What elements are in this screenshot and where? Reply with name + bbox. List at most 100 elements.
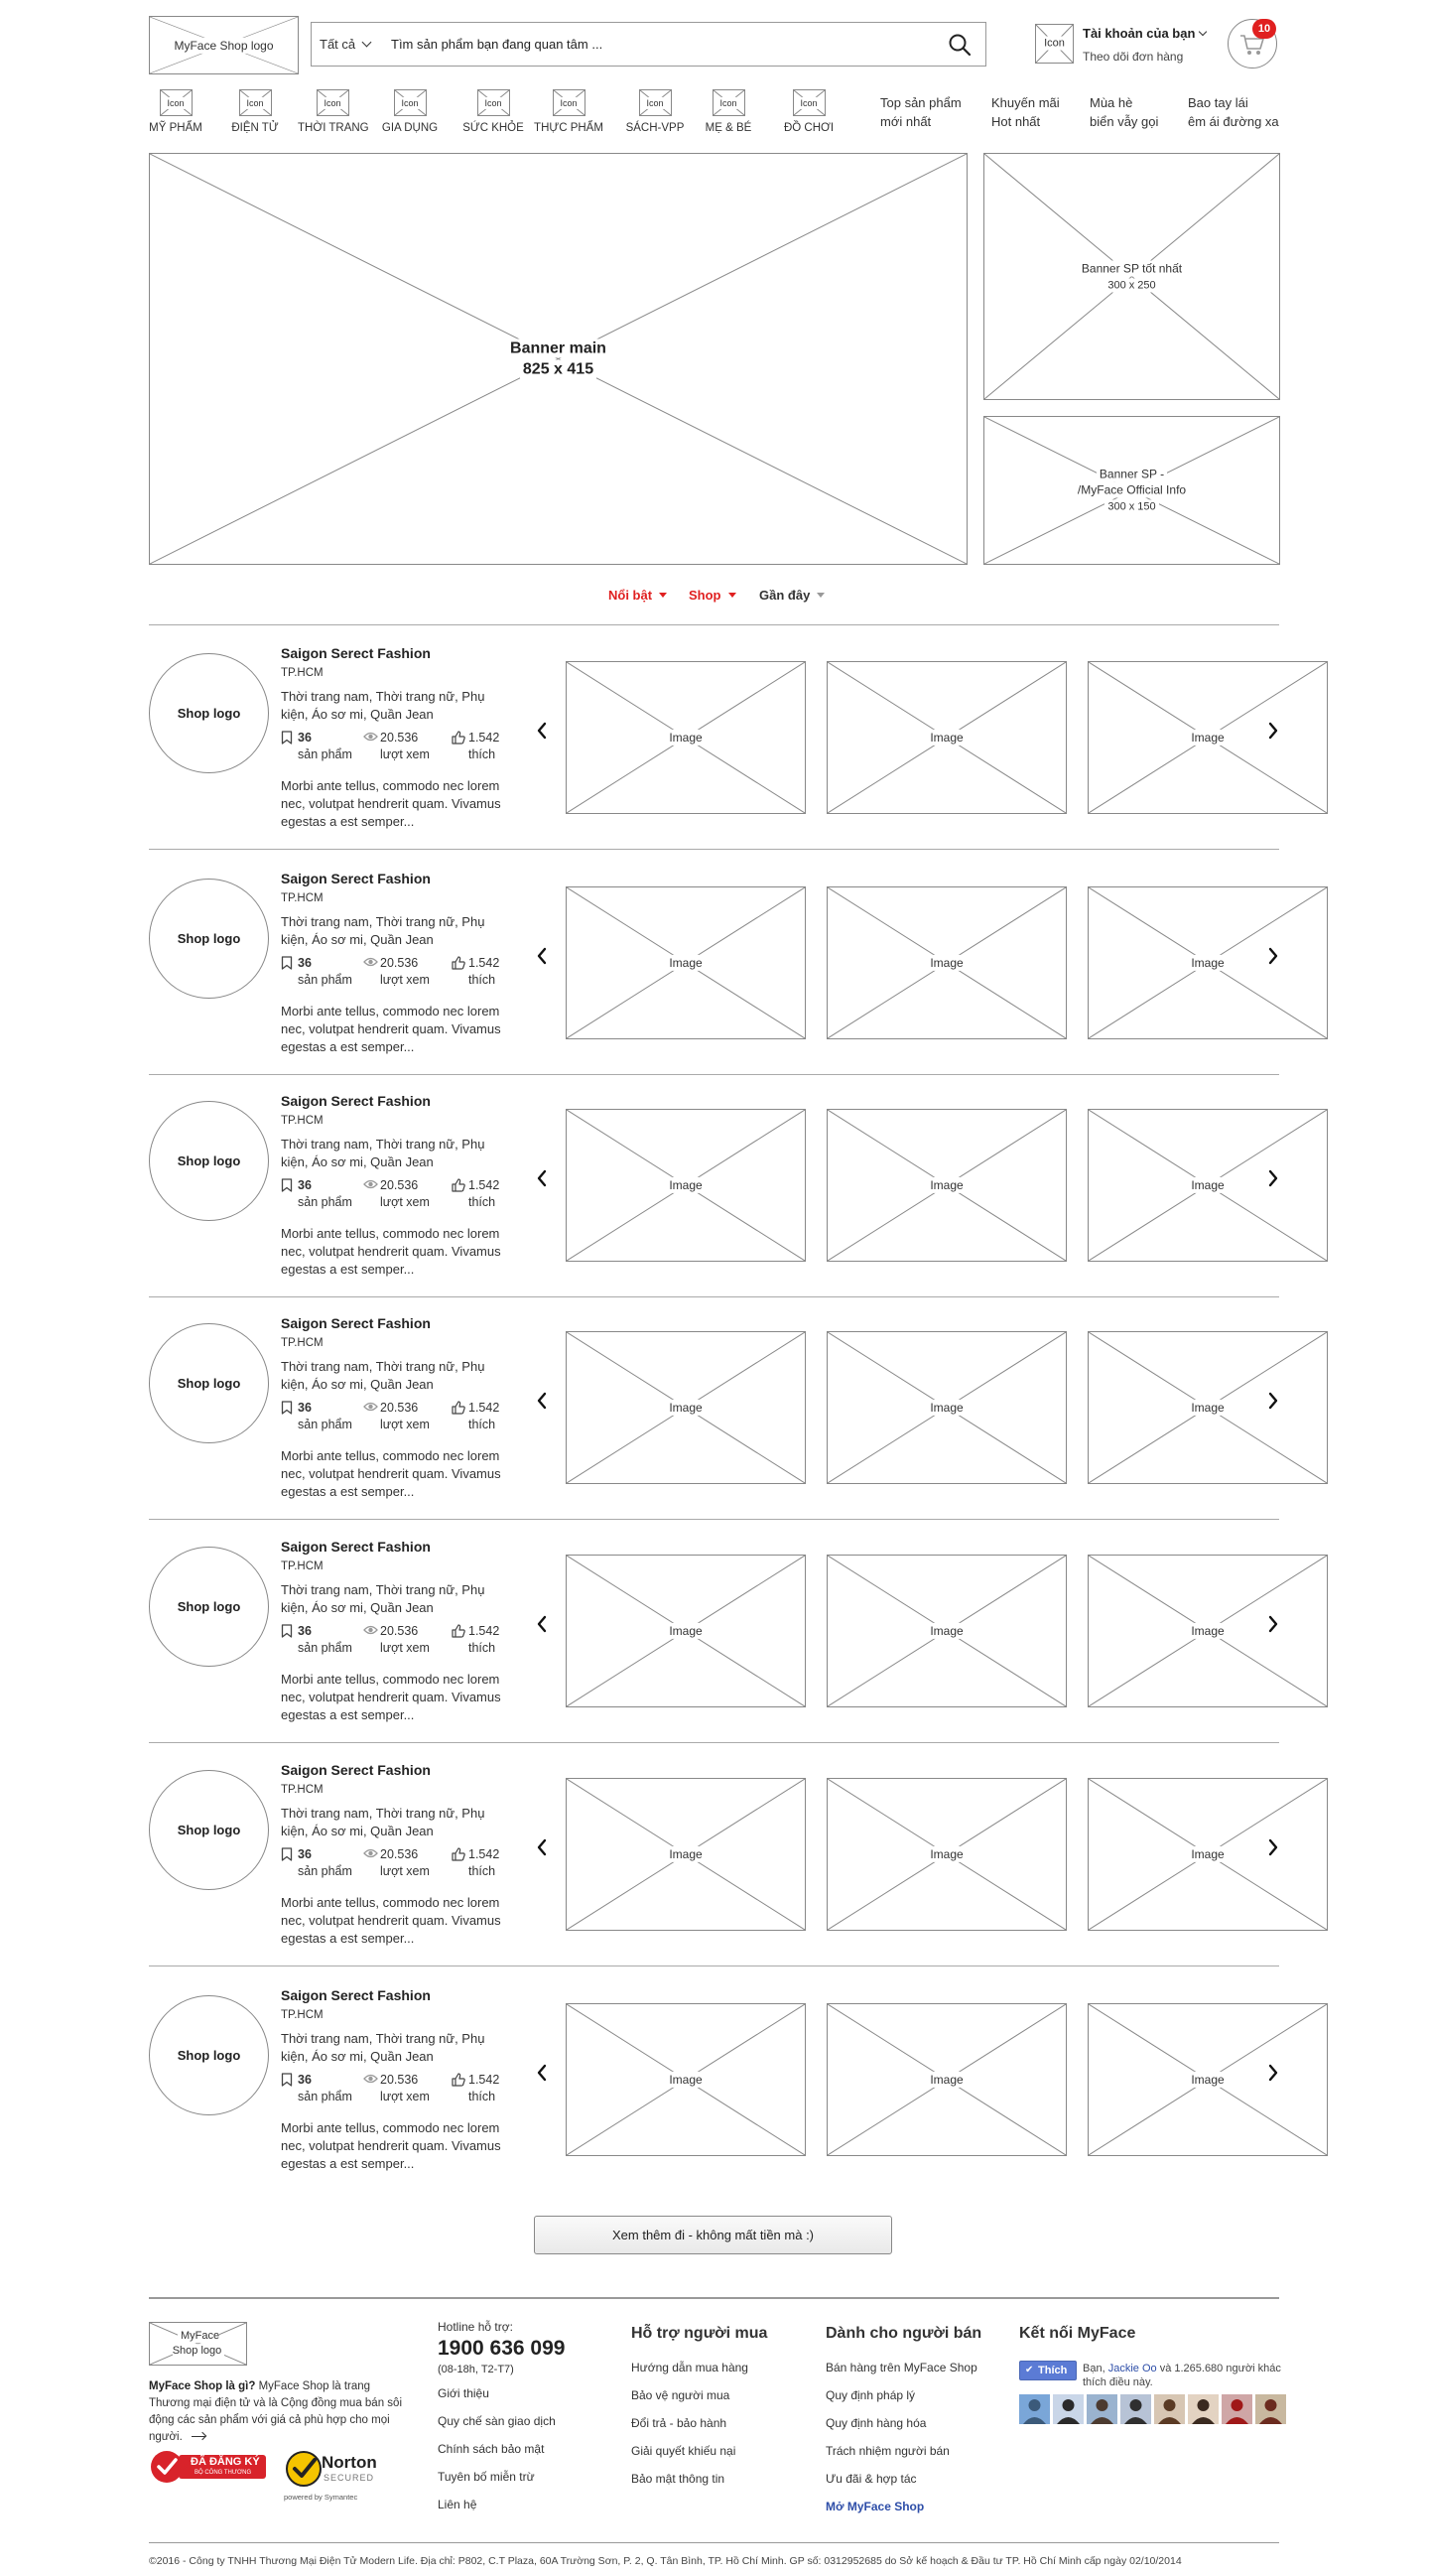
- product-image[interactable]: Image: [827, 1331, 1067, 1484]
- chevron-right-icon[interactable]: [1266, 946, 1280, 966]
- product-image[interactable]: Image: [566, 1109, 806, 1262]
- banner-best-products[interactable]: Banner SP tốt nhất 300 x 250: [983, 153, 1280, 400]
- shop-logo[interactable]: Shop logo: [149, 1995, 269, 2115]
- shop-name[interactable]: Saigon Serect Fashion: [281, 1987, 431, 2003]
- shop-name[interactable]: Saigon Serect Fashion: [281, 1762, 431, 1778]
- product-image[interactable]: Image: [827, 661, 1067, 814]
- account-menu[interactable]: Tài khoản của bạn: [1083, 26, 1206, 41]
- product-image[interactable]: Image: [1088, 886, 1328, 1039]
- category-5[interactable]: Icon THỰC PHẨM: [534, 89, 603, 134]
- product-image[interactable]: Image: [827, 1778, 1067, 1931]
- footer-link[interactable]: Quy chế sàn giao dịch: [438, 2414, 556, 2428]
- tab-shop[interactable]: Shop: [689, 588, 736, 603]
- product-image[interactable]: Image: [1088, 1555, 1328, 1707]
- facebook-like-button[interactable]: Thích: [1019, 2361, 1077, 2380]
- facebook-friend-avatar[interactable]: [1154, 2394, 1185, 2424]
- shop-logo[interactable]: Shop logo: [149, 1770, 269, 1890]
- chevron-left-icon[interactable]: [535, 721, 549, 741]
- search-input[interactable]: [389, 29, 925, 60]
- facebook-friend-avatar[interactable]: [1053, 2394, 1084, 2424]
- chevron-right-icon[interactable]: [1266, 2063, 1280, 2083]
- footer-link[interactable]: Tuyên bố miễn trừ: [438, 2470, 535, 2484]
- footer-link[interactable]: Hướng dẫn mua hàng: [631, 2361, 748, 2374]
- banner-main[interactable]: Banner main 825 x 415: [149, 153, 968, 565]
- footer-link[interactable]: Quy định pháp lý: [826, 2388, 915, 2402]
- shop-logo[interactable]: Shop logo: [149, 1323, 269, 1443]
- tab-featured[interactable]: Nổi bật: [608, 588, 668, 603]
- product-image[interactable]: Image: [566, 1778, 806, 1931]
- product-image[interactable]: Image: [1088, 1778, 1328, 1931]
- facebook-friend-avatar[interactable]: [1019, 2394, 1050, 2424]
- registered-badge[interactable]: ĐÃ ĐĂNG KÝ BỘ CÔNG THƯƠNG: [149, 2449, 268, 2485]
- promo-link-0[interactable]: Top sản phẩm mới nhất: [880, 93, 962, 131]
- footer-link[interactable]: Giới thiệu: [438, 2386, 489, 2400]
- search-icon[interactable]: [948, 33, 972, 57]
- shop-logo[interactable]: Shop logo: [149, 879, 269, 999]
- product-image[interactable]: Image: [827, 886, 1067, 1039]
- chevron-right-icon[interactable]: [1266, 1614, 1280, 1634]
- footer-link[interactable]: Bảo mật thông tin: [631, 2472, 724, 2486]
- search-category-select[interactable]: Tất cả: [312, 23, 381, 66]
- footer-link[interactable]: Bán hàng trên MyFace Shop: [826, 2361, 977, 2374]
- product-image[interactable]: Image: [1088, 1331, 1328, 1484]
- footer-link[interactable]: Mở MyFace Shop: [826, 2500, 924, 2513]
- shop-logo[interactable]: Shop logo: [149, 1547, 269, 1667]
- footer-link[interactable]: Ưu đãi & hợp tác: [826, 2472, 917, 2486]
- chevron-left-icon[interactable]: [535, 1837, 549, 1857]
- facebook-friend-avatar[interactable]: [1120, 2394, 1151, 2424]
- facebook-friend-avatar[interactable]: [1087, 2394, 1117, 2424]
- product-image[interactable]: Image: [827, 2003, 1067, 2156]
- account-icon[interactable]: Icon: [1035, 24, 1074, 64]
- chevron-left-icon[interactable]: [535, 1614, 549, 1634]
- shop-name[interactable]: Saigon Serect Fashion: [281, 645, 431, 661]
- product-image[interactable]: Image: [566, 1555, 806, 1707]
- category-6[interactable]: Icon SÁCH-VPP: [620, 89, 690, 134]
- product-image[interactable]: Image: [1088, 1109, 1328, 1262]
- arrow-right-icon[interactable]: [191, 2436, 205, 2437]
- product-image[interactable]: Image: [566, 2003, 806, 2156]
- hotline-number[interactable]: 1900 636 099: [438, 2337, 565, 2361]
- facebook-friend-avatar[interactable]: [1188, 2394, 1219, 2424]
- chevron-left-icon[interactable]: [535, 946, 549, 966]
- category-7[interactable]: Icon MẸ & BÉ: [694, 89, 763, 134]
- chevron-right-icon[interactable]: [1266, 1391, 1280, 1411]
- category-3[interactable]: Icon GIA DỤNG: [375, 89, 445, 134]
- footer-link[interactable]: Chính sách bảo mật: [438, 2442, 544, 2456]
- chevron-left-icon[interactable]: [535, 2063, 549, 2083]
- shop-name[interactable]: Saigon Serect Fashion: [281, 871, 431, 886]
- chevron-left-icon[interactable]: [535, 1391, 549, 1411]
- chevron-left-icon[interactable]: [535, 1168, 549, 1188]
- facebook-friend-avatar[interactable]: [1222, 2394, 1252, 2424]
- footer-logo[interactable]: MyFace Shop logo: [149, 2322, 247, 2366]
- chevron-right-icon[interactable]: [1266, 1837, 1280, 1857]
- product-image[interactable]: Image: [827, 1109, 1067, 1262]
- tab-recent[interactable]: Gần đây: [759, 588, 826, 603]
- product-image[interactable]: Image: [566, 886, 806, 1039]
- shop-name[interactable]: Saigon Serect Fashion: [281, 1539, 431, 1555]
- promo-link-2[interactable]: Mùa hè biển vẫy gọi: [1090, 93, 1158, 131]
- chevron-right-icon[interactable]: [1266, 1168, 1280, 1188]
- footer-link[interactable]: Giải quyết khiếu nại: [631, 2444, 735, 2458]
- site-logo[interactable]: MyFace Shop logo: [149, 16, 299, 74]
- facebook-friend-avatar[interactable]: [1255, 2394, 1286, 2424]
- shop-logo[interactable]: Shop logo: [149, 1101, 269, 1221]
- fb-friend-name[interactable]: Jackie Oo: [1108, 2363, 1157, 2374]
- promo-link-3[interactable]: Bao tay lái êm ái đường xa: [1188, 93, 1279, 131]
- product-image[interactable]: Image: [566, 1331, 806, 1484]
- footer-link[interactable]: Đổi trả - bảo hành: [631, 2416, 726, 2430]
- category-8[interactable]: Icon ĐỒ CHƠI: [774, 89, 844, 134]
- shop-logo[interactable]: Shop logo: [149, 653, 269, 773]
- product-image[interactable]: Image: [1088, 2003, 1328, 2156]
- footer-link[interactable]: Bảo vệ người mua: [631, 2388, 729, 2402]
- product-image[interactable]: Image: [827, 1555, 1067, 1707]
- product-image[interactable]: Image: [1088, 661, 1328, 814]
- product-image[interactable]: Image: [566, 661, 806, 814]
- banner-official-info[interactable]: Banner SP - /MyFace Official Info 300 x …: [983, 416, 1280, 565]
- chevron-right-icon[interactable]: [1266, 721, 1280, 741]
- shop-name[interactable]: Saigon Serect Fashion: [281, 1093, 431, 1109]
- category-0[interactable]: Icon MỸ PHẨM: [141, 89, 210, 134]
- norton-badge[interactable]: Norton SECURED powered by Symantec: [284, 2449, 389, 2503]
- footer-link[interactable]: Quy định hàng hóa: [826, 2416, 926, 2430]
- footer-link[interactable]: Trách nhiệm người bán: [826, 2444, 950, 2458]
- footer-link[interactable]: Liên hệ: [438, 2498, 476, 2511]
